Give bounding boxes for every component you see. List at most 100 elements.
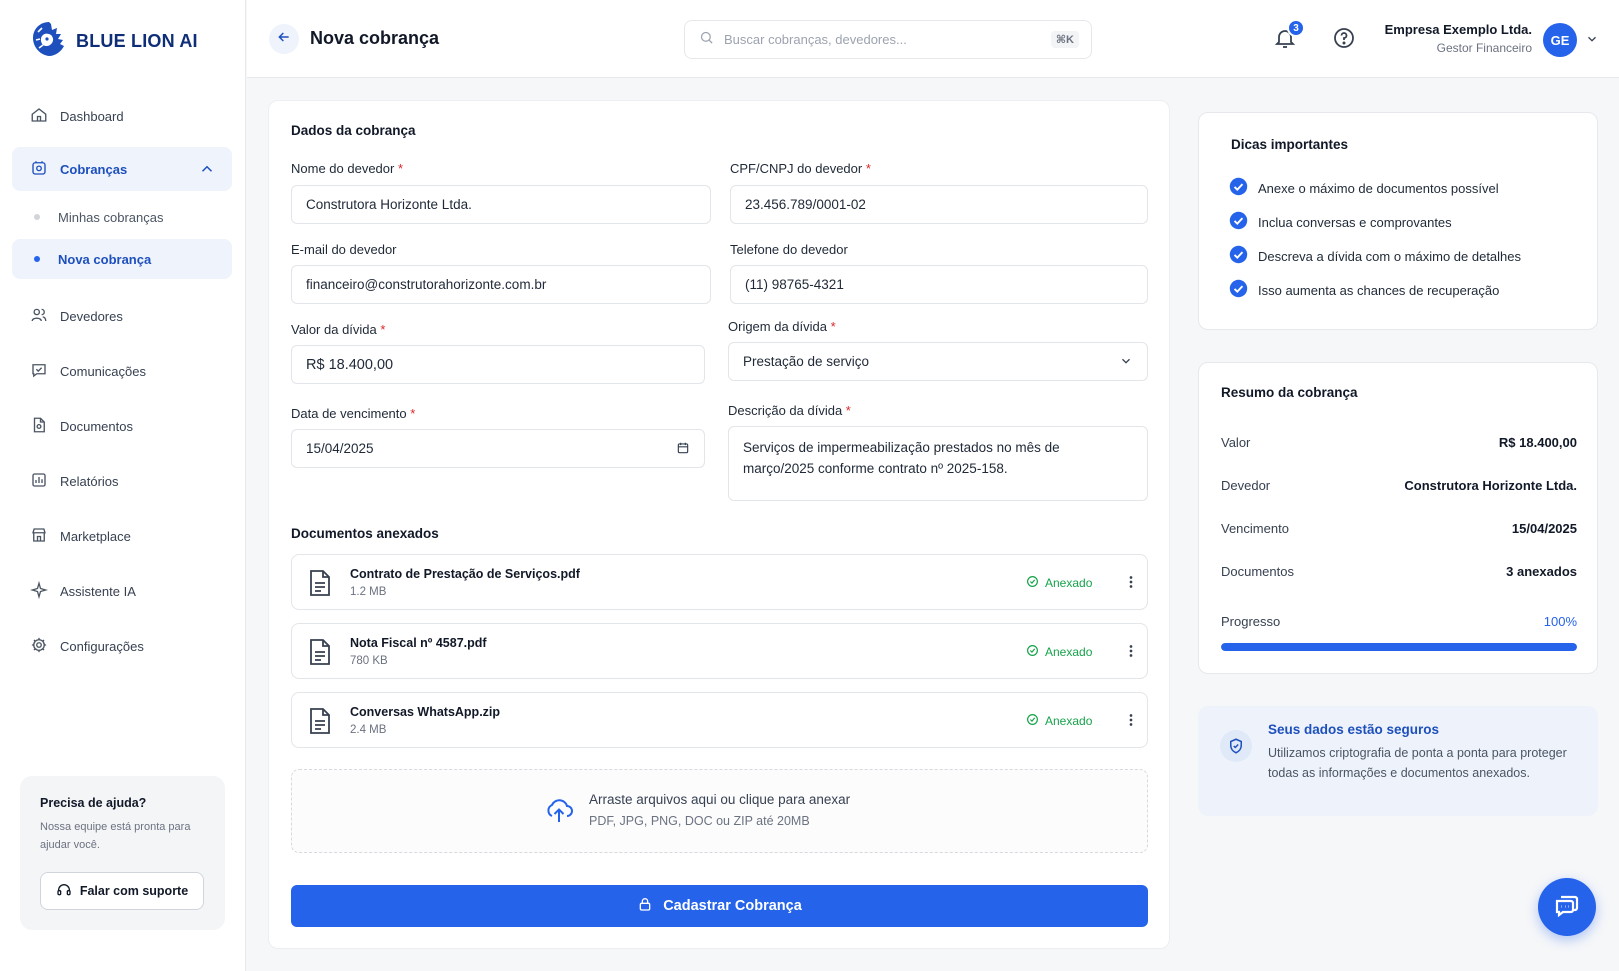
question-icon[interactable]: [1332, 26, 1356, 55]
tip-item: Isso aumenta as chances de recuperação: [1229, 279, 1499, 301]
summary-card: Resumo da cobrança Valor R$ 18.400,00 De…: [1198, 362, 1598, 674]
check-circle-icon: [1026, 575, 1039, 591]
sidebar-item-marketplace[interactable]: Marketplace: [12, 514, 232, 558]
required-mark: *: [397, 161, 404, 176]
top-header: Nova cobrança Buscar cobranças, devedore…: [247, 0, 1619, 78]
summary-label: Valor: [1221, 435, 1251, 450]
support-button[interactable]: Falar com suporte: [40, 872, 204, 910]
search-icon: [699, 30, 714, 50]
sidebar-item-devedores[interactable]: Devedores: [12, 294, 232, 338]
users-icon: [30, 306, 48, 327]
due-date-input[interactable]: 15/04/2025: [291, 429, 705, 468]
sidebar-item-cobrancas[interactable]: Cobranças: [12, 147, 232, 191]
email-input[interactable]: financeiro@construtorahorizonte.com.br: [291, 265, 711, 304]
documents-title: Documentos anexados: [291, 526, 439, 541]
summary-value: R$ 18.400,00: [1498, 435, 1577, 450]
chart-icon: [30, 471, 48, 492]
more-vertical-icon[interactable]: [1122, 711, 1140, 734]
progress-bar: [1221, 643, 1577, 651]
store-icon: [30, 526, 48, 547]
sidebar-item-documentos[interactable]: Documentos: [12, 404, 232, 448]
document-item[interactable]: Contrato de Prestação de Serviços.pdf 1.…: [291, 554, 1148, 610]
document-icon: [30, 416, 48, 437]
document-status: Anexado: [1026, 575, 1092, 591]
security-notice: Seus dados estão seguros Utilizamos crip…: [1198, 706, 1598, 816]
headset-icon: [56, 882, 72, 901]
document-item[interactable]: Conversas WhatsApp.zip 2.4 MB Anexado: [291, 692, 1148, 748]
chevron-up-icon[interactable]: [198, 160, 216, 181]
document-label: CPF/CNPJ do devedor *: [730, 161, 871, 176]
tip-text: Anexe o máximo de documentos possível: [1258, 180, 1499, 196]
sidebar-item-label: Marketplace: [60, 528, 131, 544]
sidebar-item-assistente-ia[interactable]: Assistente IA: [12, 569, 232, 613]
arrow-left-icon: [276, 29, 292, 50]
amount-input[interactable]: R$ 18.400,00: [291, 345, 705, 384]
summary-label: Vencimento: [1221, 521, 1289, 536]
document-status: Anexado: [1026, 713, 1092, 729]
search-placeholder: Buscar cobranças, devedores...: [724, 32, 907, 47]
help-title: Precisa de ajuda?: [40, 796, 147, 810]
search-input[interactable]: Buscar cobranças, devedores... ⌘K: [684, 20, 1092, 59]
summary-row-progresso: Progresso 100%: [1221, 614, 1577, 629]
email-value: financeiro@construtorahorizonte.com.br: [306, 277, 547, 292]
check-circle-icon: [1026, 644, 1039, 660]
tips-card: Dicas importantes Anexe o máximo de docu…: [1198, 112, 1598, 330]
chat-support-button[interactable]: [1538, 878, 1596, 936]
back-button[interactable]: [269, 24, 299, 54]
brand-logo[interactable]: BLUE LION AI: [30, 20, 198, 63]
sidebar-item-dashboard[interactable]: Dashboard: [12, 94, 232, 138]
avatar[interactable]: GE: [1543, 23, 1577, 57]
tip-item: Descreva a dívida com o máximo de detalh…: [1229, 245, 1521, 267]
sidebar-item-comunicacoes[interactable]: Comunicações: [12, 349, 232, 393]
debtor-name-input[interactable]: Construtora Horizonte Ltda.: [291, 185, 711, 224]
more-vertical-icon[interactable]: [1122, 642, 1140, 665]
calendar-icon[interactable]: [676, 441, 690, 458]
search-shortcut: ⌘K: [1050, 31, 1079, 48]
summary-row-valor: Valor R$ 18.400,00: [1221, 435, 1577, 450]
submit-billing-button[interactable]: Cadastrar Cobrança: [291, 885, 1148, 927]
required-mark: *: [865, 161, 871, 176]
description-textarea[interactable]: Serviços de impermeabilização prestados …: [728, 426, 1148, 501]
document-label-text: CPF/CNPJ do devedor: [730, 161, 863, 176]
sidebar-item-label: Dashboard: [60, 108, 124, 124]
summary-row-devedor: Devedor Construtora Horizonte Ltda.: [1221, 478, 1577, 493]
more-vertical-icon[interactable]: [1122, 573, 1140, 596]
document-input[interactable]: 23.456.789/0001-02: [730, 185, 1148, 224]
tip-text: Inclua conversas e comprovantes: [1258, 214, 1452, 230]
debtor-name-label-text: Nome do devedor: [291, 161, 395, 176]
sidebar-item-label: Comunicações: [60, 363, 146, 379]
progress-bar-fill: [1221, 643, 1577, 651]
required-mark: *: [845, 403, 851, 418]
origin-label: Origem da dívida *: [728, 319, 836, 334]
sidebar-item-configuracoes[interactable]: Configurações: [12, 624, 232, 668]
phone-input[interactable]: (11) 98765-4321: [730, 265, 1148, 304]
sidebar-subitem-minhas-cobrancas[interactable]: Minhas cobranças: [12, 197, 232, 237]
billing-form-card: Dados da cobrança Nome do devedor * Cons…: [268, 100, 1170, 949]
document-name: Nota Fiscal nº 4587.pdf: [350, 636, 487, 650]
support-button-label: Falar com suporte: [79, 884, 189, 898]
bullet-icon: [34, 214, 40, 220]
sidebar-item-label: Relatórios: [60, 473, 119, 489]
file-icon: [308, 707, 332, 740]
summary-row-vencimento: Vencimento 15/04/2025: [1221, 521, 1577, 536]
document-size: 2.4 MB: [350, 724, 387, 736]
amount-label: Valor da dívida *: [291, 322, 385, 337]
document-item[interactable]: Nota Fiscal nº 4587.pdf 780 KB Anexado: [291, 623, 1148, 679]
sidebar-item-label: Documentos: [60, 418, 133, 434]
file-icon: [308, 569, 332, 602]
sidebar-item-label: Assistente IA: [60, 583, 136, 599]
sparkle-icon: [29, 580, 49, 602]
gear-icon: [30, 636, 48, 657]
sidebar-subitem-nova-cobranca[interactable]: Nova cobrança: [12, 239, 232, 279]
account-info[interactable]: Empresa Exemplo Ltda. Gestor Financeiro: [1385, 22, 1532, 55]
debtor-name-label: Nome do devedor *: [291, 161, 403, 176]
chevron-down-icon[interactable]: [1585, 32, 1599, 51]
sidebar-item-relatorios[interactable]: Relatórios: [12, 459, 232, 503]
file-dropzone[interactable]: Arraste arquivos aqui ou clique para ane…: [291, 769, 1148, 853]
debtor-name-value: Construtora Horizonte Ltda.: [306, 197, 472, 212]
company-role: Gestor Financeiro: [1436, 41, 1532, 55]
notification-badge: 3: [1287, 19, 1305, 37]
origin-select[interactable]: Prestação de serviço: [728, 342, 1148, 381]
due-date-label-text: Data de vencimento: [291, 406, 407, 421]
summary-label: Documentos: [1221, 564, 1294, 579]
